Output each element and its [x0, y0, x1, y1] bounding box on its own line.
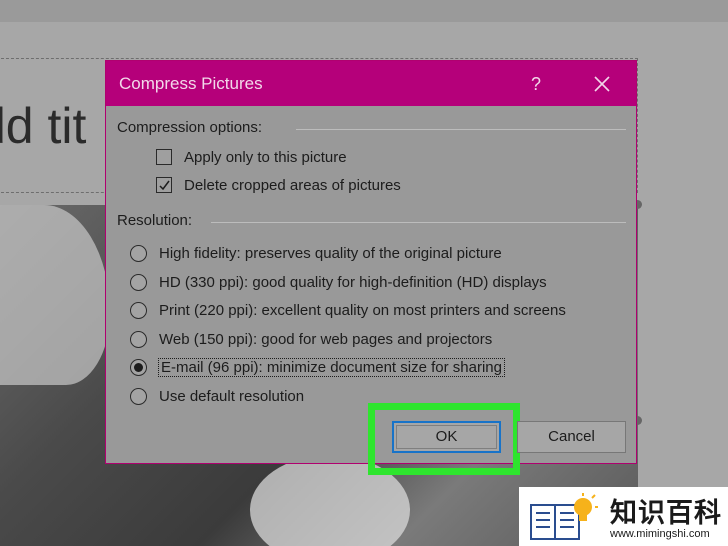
dialog-titlebar[interactable]: Compress Pictures ? [106, 61, 636, 106]
resolution-high-fidelity[interactable]: High fidelity: preserves quality of the … [130, 241, 502, 265]
resolution-print[interactable]: Print (220 ppi): excellent quality on mo… [130, 298, 566, 322]
radio-button[interactable] [130, 387, 147, 405]
resolution-label[interactable]: Web (150 ppi): good for web pages and pr… [159, 331, 492, 348]
radio-button-selected[interactable] [130, 358, 147, 376]
watermark-url: www.mimingshi.com [610, 528, 710, 540]
section-divider [296, 129, 626, 130]
delete-cropped-checkbox[interactable] [156, 177, 172, 193]
cancel-button-label: Cancel [548, 428, 595, 445]
radio-button[interactable] [130, 301, 147, 319]
delete-cropped-label[interactable]: Delete cropped areas of pictures [184, 177, 401, 194]
watermark-title: 知识百科 [610, 498, 722, 528]
apply-only-this-picture-option[interactable]: Apply only to this picture [156, 145, 347, 169]
watermark: 知识百科 www.mimingshi.com [519, 487, 728, 546]
resolution-label[interactable]: High fidelity: preserves quality of the … [159, 245, 502, 262]
resolution-hd[interactable]: HD (330 ppi): good quality for high-defi… [130, 270, 547, 294]
ribbon-area [0, 0, 728, 22]
apply-only-checkbox[interactable] [156, 149, 172, 165]
close-icon [594, 76, 610, 92]
ok-button[interactable]: OK [392, 421, 501, 453]
close-button[interactable] [586, 69, 618, 99]
resolution-label[interactable]: HD (330 ppi): good quality for high-defi… [159, 274, 547, 291]
resolution-default[interactable]: Use default resolution [130, 384, 304, 408]
resolution-label[interactable]: E-mail (96 ppi): minimize document size … [158, 357, 505, 377]
resolution-web[interactable]: Web (150 ppi): good for web pages and pr… [130, 327, 492, 351]
slide-title-text[interactable]: dd tit [0, 97, 86, 155]
resolution-label[interactable]: Use default resolution [159, 388, 304, 405]
radio-button[interactable] [130, 273, 147, 291]
apply-only-label[interactable]: Apply only to this picture [184, 149, 347, 166]
ok-button-label: OK [435, 428, 458, 445]
delete-cropped-areas-option[interactable]: Delete cropped areas of pictures [156, 173, 401, 197]
dialog-title: Compress Pictures [119, 74, 263, 93]
resolution-header: Resolution: [117, 212, 193, 229]
help-button[interactable]: ? [520, 69, 552, 99]
checkmark-icon [159, 180, 170, 191]
radio-button[interactable] [130, 244, 147, 262]
section-divider [211, 222, 626, 223]
resolution-email[interactable]: E-mail (96 ppi): minimize document size … [130, 355, 505, 379]
resolution-label[interactable]: Print (220 ppi): excellent quality on mo… [159, 302, 566, 319]
radio-button[interactable] [130, 330, 147, 348]
book-lightbulb-logo [530, 493, 598, 540]
cancel-button[interactable]: Cancel [517, 421, 626, 453]
compression-options-header: Compression options: [117, 119, 263, 136]
